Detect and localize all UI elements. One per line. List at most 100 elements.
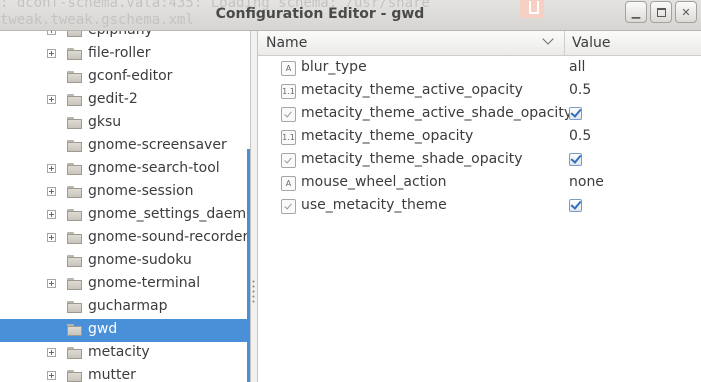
key-row[interactable]: use_metacity_theme [258,195,701,218]
tree-item[interactable]: gnome_settings_daemon [0,204,251,227]
tree-scrollbar[interactable] [247,149,250,382]
tree-item[interactable]: gnome-session [0,181,249,204]
expander-plus-icon[interactable] [47,187,56,196]
tree-item[interactable]: gnome-sound-recorder [0,227,249,250]
folder-icon [67,278,82,290]
folder-icon [67,117,82,129]
folder-icon [67,186,82,198]
folder-icon [67,347,82,359]
tree-item-label: gnome-sound-recorder [88,229,249,245]
title-bar[interactable]: : dconf-schema.vala:435: Loading schema:… [0,0,701,31]
string-type-icon: A [281,61,296,76]
tree-item[interactable]: gnome-screensaver [0,135,249,158]
tree-item-label: mutter [88,367,136,382]
key-row[interactable]: Amouse_wheel_action none [258,172,701,195]
folder-icon [67,163,82,175]
minimize-button[interactable]: ▁ [625,1,647,23]
expander-plus-icon[interactable] [47,95,56,104]
number-type-icon: 1.1 [281,130,296,145]
folder-icon [67,48,82,60]
tree-item[interactable]: gconf-editor [0,66,249,89]
tree-item-label: epiphany [88,31,153,38]
key-value[interactable]: none [569,174,604,190]
tree-item-label: gksu [88,114,122,130]
folder-icon [67,209,82,221]
tree-item-label: gnome-terminal [88,275,201,291]
maximize-icon [656,7,666,17]
close-icon: ✕ [681,5,691,19]
chevron-down-icon [542,33,554,45]
folder-icon [67,301,82,313]
tree-item-label: gconf-editor [88,68,173,84]
tree-item[interactable]: gedit-2 [0,89,249,112]
bool-type-icon [281,107,296,122]
folder-icon [67,140,82,152]
tree-item-label: gedit-2 [88,91,138,107]
folder-icon [67,255,82,267]
key-name: metacity_theme_active_opacity [301,82,523,98]
tree-item[interactable]: gwd [0,319,249,342]
folder-icon [67,94,82,106]
tree-item-label: gnome-search-tool [88,160,220,176]
value-checkbox[interactable] [569,153,582,166]
key-row[interactable]: Ablur_type all [258,57,701,80]
close-button[interactable]: ✕ [675,1,697,23]
bool-type-icon [281,153,296,168]
expander-plus-icon[interactable] [47,164,56,173]
maximize-button[interactable] [650,1,672,23]
expander-plus-icon[interactable] [47,49,56,58]
folder-icon [67,232,82,244]
key-name: mouse_wheel_action [301,174,447,190]
tree-item[interactable]: file-roller [0,43,249,66]
key-value[interactable]: 0.5 [569,128,591,144]
divider-grip-icon[interactable] [252,279,255,305]
expander-plus-icon[interactable] [47,371,56,380]
expander-plus-icon[interactable] [47,348,56,357]
column-header-name[interactable]: Name [258,31,565,55]
schema-tree[interactable]: epiphany file-roller gconf-editor gedit-2 gk… [0,31,251,382]
key-value[interactable]: 0.5 [569,82,591,98]
minimize-icon: ▁ [631,5,641,19]
value-checkbox[interactable] [569,107,582,120]
key-name: blur_type [301,59,367,75]
key-row[interactable]: 1.1 metacity_theme_active_opacity 0.5 [258,80,701,103]
key-row[interactable]: 1.1 metacity_theme_opacity 0.5 [258,126,701,149]
tree-item[interactable]: mutter [0,365,249,382]
list-header: Name Value [258,31,701,56]
tree-item-label: gnome-screensaver [88,137,227,153]
column-header-value[interactable]: Value [572,35,610,51]
folder-icon [67,370,82,382]
tree-item[interactable]: gnome-terminal [0,273,249,296]
expander-plus-icon[interactable] [47,31,56,35]
tree-item[interactable]: epiphany [0,31,249,43]
key-name: metacity_theme_shade_opacity [301,151,523,167]
key-row[interactable]: metacity_theme_active_shade_opacity [258,103,701,126]
tree-item-label: file-roller [88,45,151,61]
tree-item-label: gnome-sudoku [88,252,192,268]
key-name: metacity_theme_opacity [301,128,474,144]
tree-item-label: gnome_settings_daemon [88,206,251,222]
tree-item-label: metacity [88,344,150,360]
tree-item[interactable]: gksu [0,112,249,135]
key-name: use_metacity_theme [301,197,447,213]
tree-item[interactable]: metacity [0,342,249,365]
number-type-icon: 1.1 [281,84,296,99]
tree-item-label: gnome-session [88,183,194,199]
keys-list[interactable]: Name Value Ablur_type all 1.1 metacity_them… [257,31,701,382]
bool-type-icon [281,199,296,214]
expander-plus-icon[interactable] [47,233,56,242]
value-checkbox[interactable] [569,199,582,212]
tree-item[interactable]: gnome-search-tool [0,158,249,181]
tree-item[interactable]: gucharmap [0,296,249,319]
tree-item-label: gwd [88,321,118,337]
key-value[interactable]: all [569,59,585,75]
key-row[interactable]: metacity_theme_shade_opacity [258,149,701,172]
folder-icon [67,31,82,37]
string-type-icon: A [281,176,296,191]
folder-icon [67,324,82,336]
expander-plus-icon[interactable] [47,210,56,219]
window-title: Configuration Editor - gwd [215,6,425,22]
tree-item[interactable]: gnome-sudoku [0,250,249,273]
expander-plus-icon[interactable] [47,279,56,288]
folder-icon [67,71,82,83]
